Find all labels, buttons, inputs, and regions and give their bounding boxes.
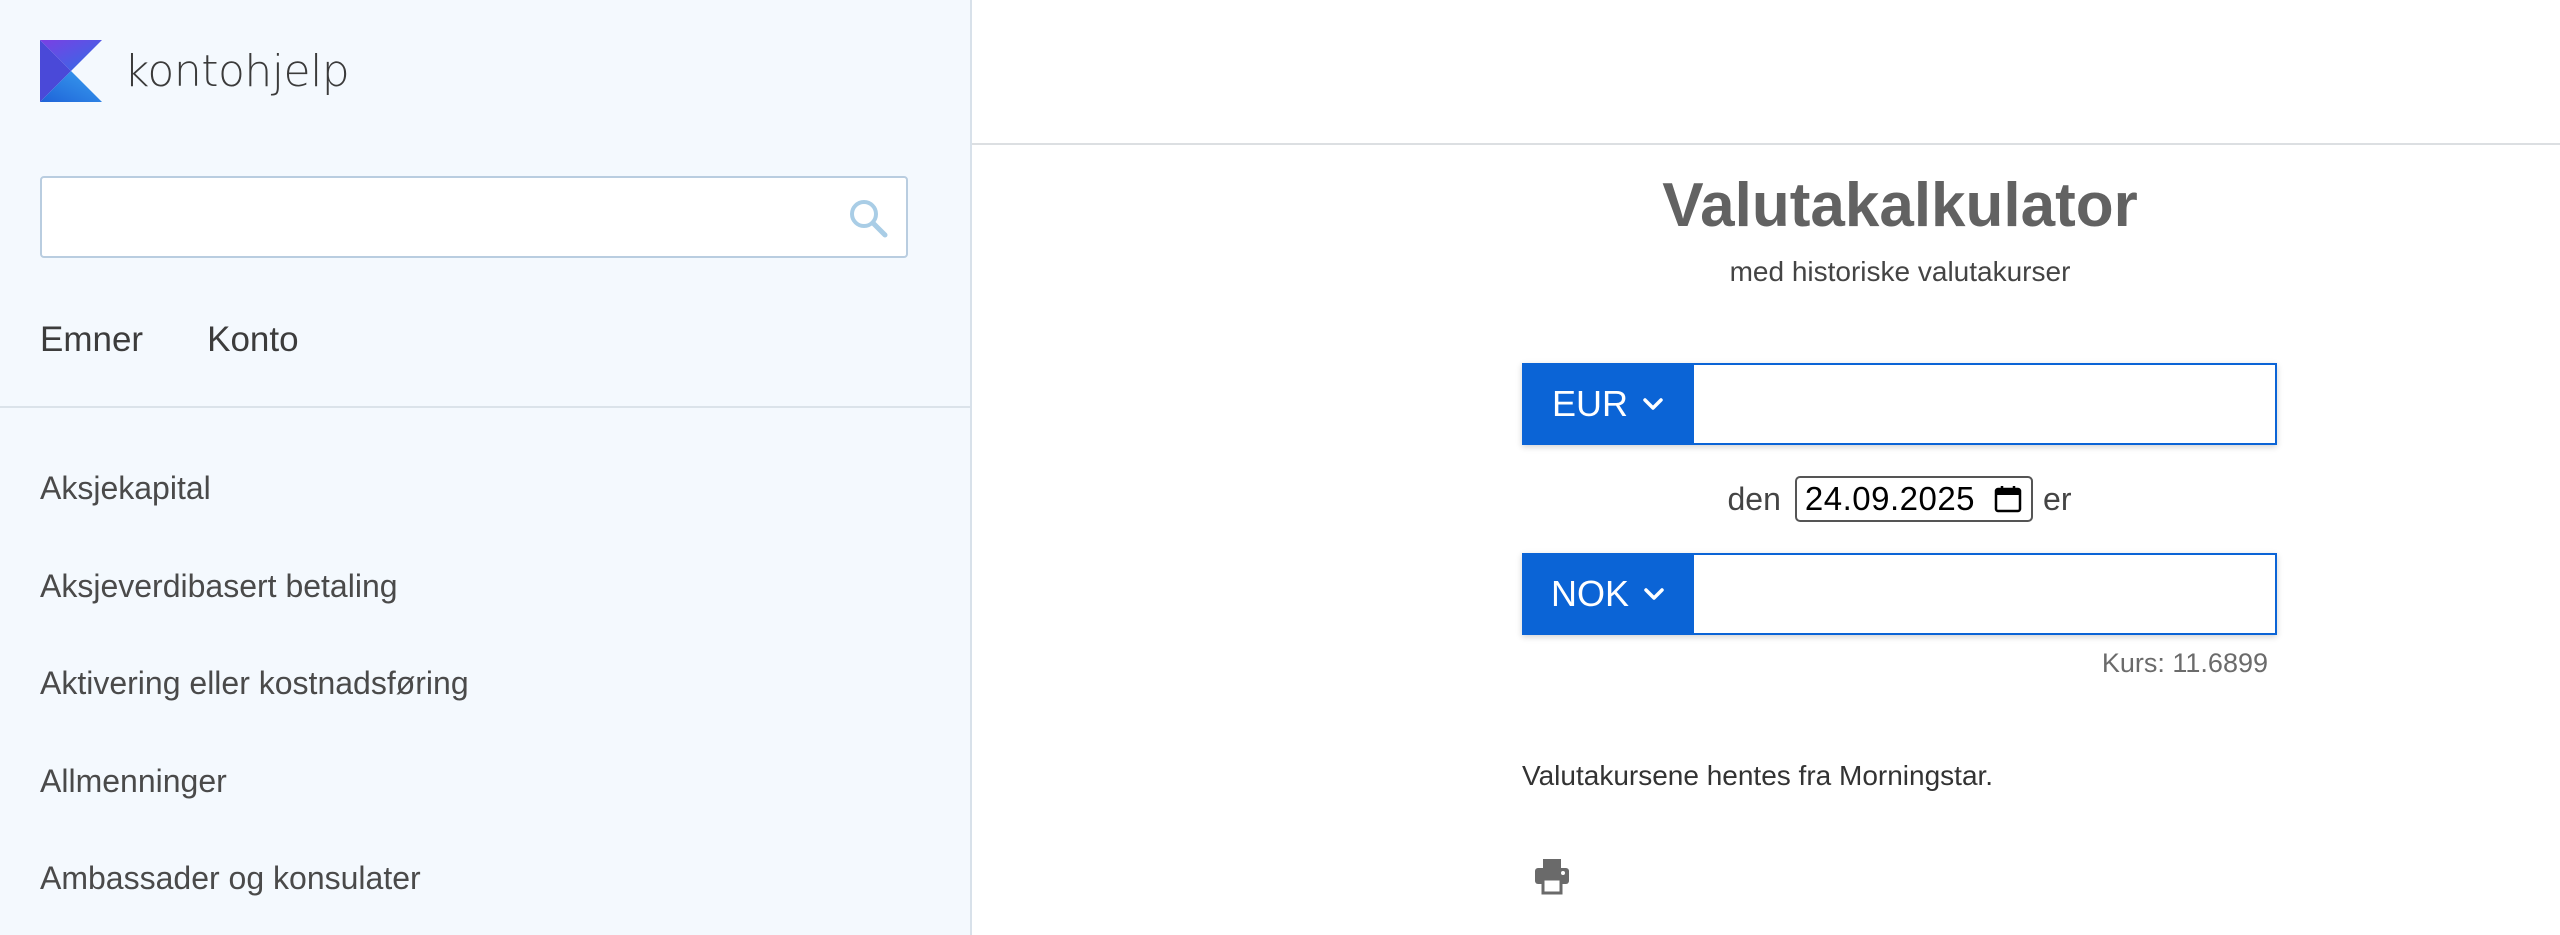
sidebar-item-aksjeverdibasert-betaling[interactable]: Aksjeverdibasert betaling bbox=[40, 538, 469, 636]
header-divider bbox=[972, 143, 2560, 145]
to-currency-select[interactable]: NOK bbox=[1524, 555, 1694, 633]
date-suffix: er bbox=[2043, 480, 2072, 517]
source-note: Valutakursene hentes fra Morningstar. bbox=[1522, 760, 1994, 791]
chevron-down-icon bbox=[1644, 588, 1664, 600]
search-icon[interactable] bbox=[846, 196, 890, 240]
tab-konto[interactable]: Konto bbox=[207, 320, 298, 360]
date-line: den 24.09.2025 er bbox=[1522, 474, 2277, 524]
sidebar-item-ambassader[interactable]: Ambassader og konsulater bbox=[40, 830, 469, 928]
sidebar-item-allmenninger[interactable]: Allmenninger bbox=[40, 733, 469, 831]
date-input[interactable]: 24.09.2025 bbox=[1794, 476, 2034, 522]
calendar-icon[interactable] bbox=[1993, 484, 2023, 514]
exchange-rate: Kurs: 11.6899 bbox=[2101, 648, 2268, 678]
sidebar: kontohjelp Emner Konto Aksjekapital Aksj… bbox=[0, 0, 972, 935]
chevron-down-icon bbox=[1643, 398, 1663, 410]
k-logo-icon bbox=[40, 40, 102, 102]
from-currency-select[interactable]: EUR bbox=[1524, 365, 1694, 443]
date-value: 24.09.2025 bbox=[1804, 480, 1976, 517]
from-amount-input[interactable] bbox=[1694, 365, 2275, 443]
to-currency-code: NOK bbox=[1550, 573, 1629, 614]
tab-emner[interactable]: Emner bbox=[40, 320, 143, 360]
brand-logo[interactable]: kontohjelp bbox=[40, 40, 350, 102]
brand-name: kontohjelp bbox=[124, 45, 350, 97]
from-currency-row: EUR bbox=[1522, 363, 2277, 445]
to-amount-input[interactable] bbox=[1694, 555, 2275, 633]
page-title: Valutakalkulator bbox=[1662, 171, 2138, 240]
from-currency-code: EUR bbox=[1551, 383, 1628, 424]
print-icon[interactable] bbox=[1532, 856, 1572, 896]
sidebar-item-aksjekapital[interactable]: Aksjekapital bbox=[40, 440, 469, 538]
nav-tabs: Emner Konto bbox=[40, 320, 299, 360]
page-subtitle: med historiske valutakurser bbox=[1729, 256, 2071, 287]
date-prefix: den bbox=[1727, 480, 1781, 517]
search-input[interactable] bbox=[42, 178, 906, 256]
search-box bbox=[40, 176, 908, 258]
sidebar-item-aktivering[interactable]: Aktivering eller kostnadsføring bbox=[40, 635, 469, 733]
nav-divider bbox=[0, 406, 970, 408]
to-currency-row: NOK bbox=[1522, 553, 2277, 635]
topic-list: Aksjekapital Aksjeverdibasert betaling A… bbox=[40, 440, 469, 928]
